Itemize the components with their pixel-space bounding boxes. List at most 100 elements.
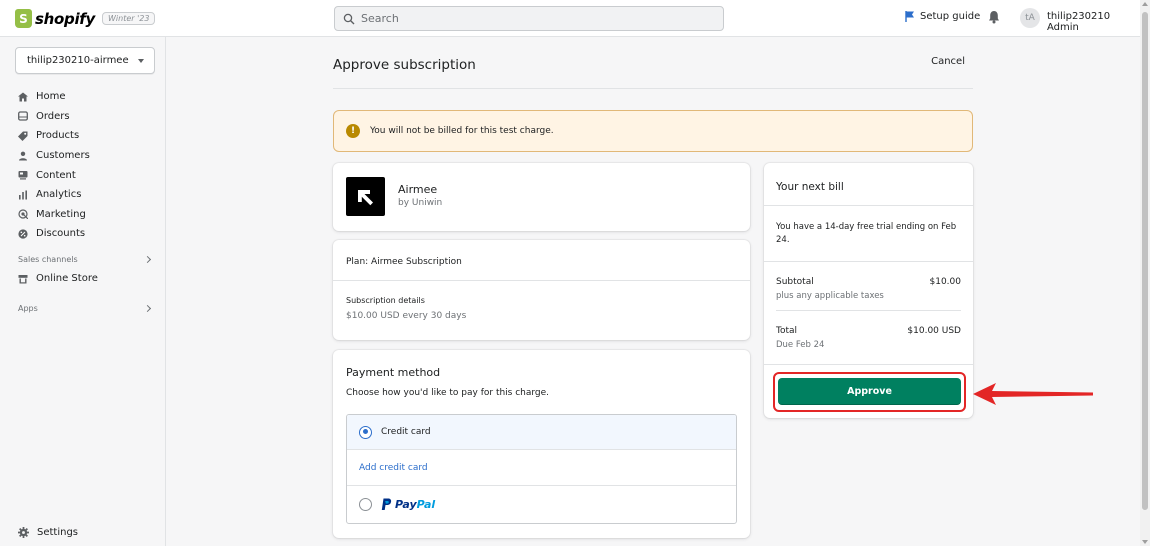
cancel-button[interactable]: Cancel (931, 56, 965, 67)
credit-card-radio[interactable] (359, 425, 372, 439)
payment-options: Credit card Add credit card PayPal (346, 414, 737, 524)
tag-icon (18, 131, 28, 141)
app-name: Airmee (398, 183, 438, 196)
sidebar-item-products[interactable]: Products (18, 126, 158, 146)
subscription-details-value: $10.00 USD every 30 days (346, 311, 467, 321)
apps-label: Apps (18, 304, 38, 313)
scroll-up-arrow-icon[interactable] (1142, 2, 1148, 6)
sales-channels-header[interactable]: Sales channels (18, 255, 152, 264)
warning-icon: ! (346, 124, 360, 138)
sidebar-item-label: Analytics (36, 189, 82, 201)
top-bar: S shopify Winter '23 Setup guide tA thil… (0, 0, 1140, 37)
paypal-option[interactable]: PayPal (347, 486, 736, 523)
divider (333, 280, 750, 281)
test-charge-banner: ! You will not be billed for this test c… (333, 110, 973, 152)
search-input[interactable] (361, 12, 701, 25)
sidebar-item-settings[interactable]: Settings (18, 527, 78, 538)
sidebar-item-home[interactable]: Home (18, 87, 158, 107)
store-icon (18, 274, 28, 284)
payment-method-title: Payment method (346, 366, 441, 379)
paypal-pay-text: Pay (395, 498, 417, 511)
scrollbar[interactable] (1140, 0, 1150, 546)
flag-icon (905, 11, 914, 22)
divider (764, 205, 973, 206)
subtotal-value: $10.00 (929, 277, 962, 287)
page-header: Approve subscription Cancel (333, 37, 973, 89)
scrollbar-thumb[interactable] (1142, 12, 1148, 510)
credit-card-label: Credit card (381, 427, 431, 437)
gear-icon (18, 527, 29, 538)
sidebar-item-label: Products (36, 130, 80, 142)
payment-method-subtitle: Choose how you'd like to pay for this ch… (346, 388, 550, 398)
search-bar[interactable] (334, 6, 724, 31)
person-icon (19, 151, 27, 161)
trial-notice: You have a 14-day free trial ending on F… (776, 222, 957, 245)
logo-text: shopify (35, 9, 95, 28)
settings-label: Settings (37, 527, 79, 538)
sidebar-item-discounts[interactable]: Discounts (18, 224, 158, 244)
shopify-bag-icon: S (15, 9, 32, 28)
chevron-right-icon (143, 304, 152, 313)
add-credit-card-link[interactable]: Add credit card (347, 450, 736, 486)
target-icon (18, 209, 28, 220)
store-name: thilip230210-airmee (27, 55, 129, 66)
sidebar-item-orders[interactable]: Orders (18, 107, 158, 127)
paypal-icon (381, 498, 392, 510)
page-title: Approve subscription (333, 57, 476, 73)
payment-method-card: Payment method Choose how you'd like to … (333, 350, 750, 538)
subtotal-label: Subtotal (776, 277, 814, 287)
subscription-details-label: Subscription details (346, 296, 425, 305)
banner-text: You will not be billed for this test cha… (370, 126, 554, 136)
sidebar-item-label: Discounts (36, 228, 86, 240)
divider (764, 261, 973, 262)
subtotal-note: plus any applicable taxes (776, 291, 884, 301)
next-bill-card: Your next bill You have a 14-day free tr… (764, 163, 973, 418)
setup-guide-link[interactable]: Setup guide (905, 11, 980, 22)
setup-guide-label: Setup guide (920, 11, 981, 22)
sidebar: thilip230210-airmee Home Orders Products… (0, 37, 166, 546)
username[interactable]: thilip230210 Admin (1047, 11, 1140, 33)
divider (776, 310, 961, 311)
red-arrow-annotation (973, 383, 1093, 405)
scroll-down-arrow-icon[interactable] (1142, 540, 1148, 544)
paypal-radio[interactable] (359, 498, 372, 511)
total-due-date: Due Feb 24 (776, 340, 825, 350)
orders-icon (18, 111, 28, 122)
sales-channels-label: Sales channels (18, 255, 78, 264)
credit-card-option[interactable]: Credit card (347, 415, 736, 450)
discount-icon (18, 229, 28, 239)
sidebar-item-label: Customers (36, 150, 90, 162)
approve-button[interactable]: Approve (778, 378, 961, 405)
shopify-logo[interactable]: S shopify Winter '23 (15, 9, 156, 28)
sidebar-item-content[interactable]: Content (18, 165, 158, 185)
sidebar-item-label: Home (36, 91, 66, 103)
plan-card: Plan: Airmee Subscription Subscription d… (333, 240, 750, 340)
total-value: $10.00 USD (907, 326, 961, 336)
plan-name: Plan: Airmee Subscription (346, 257, 462, 267)
airmee-logo (346, 177, 385, 216)
app-card: Airmee by Uniwin (333, 163, 750, 231)
sidebar-item-label: Online Store (36, 273, 98, 285)
search-icon (343, 13, 355, 24)
divider (764, 364, 973, 365)
home-icon (18, 92, 28, 102)
avatar[interactable]: tA (1020, 8, 1040, 28)
paypal-pal-text: Pal (416, 498, 436, 511)
version-badge: Winter '23 (102, 12, 156, 25)
sidebar-item-online-store[interactable]: Online Store (18, 269, 98, 289)
sidebar-item-label: Orders (36, 110, 70, 122)
airmee-arrow-icon (358, 190, 373, 206)
chevron-right-icon (143, 255, 152, 264)
apps-header[interactable]: Apps (18, 304, 152, 313)
sidebar-item-customers[interactable]: Customers (18, 146, 158, 166)
next-bill-title: Your next bill (776, 181, 844, 193)
sidebar-item-analytics[interactable]: Analytics (18, 185, 158, 205)
app-vendor: by Uniwin (398, 198, 443, 208)
sidebar-item-marketing[interactable]: Marketing (18, 205, 158, 225)
total-label: Total (776, 326, 798, 336)
store-selector[interactable]: thilip230210-airmee (15, 47, 155, 74)
paypal-wordmark: PayPal (395, 498, 435, 511)
chevron-down-icon (138, 58, 144, 63)
bell-icon[interactable] (988, 10, 1000, 24)
sidebar-item-label: Content (36, 169, 76, 181)
